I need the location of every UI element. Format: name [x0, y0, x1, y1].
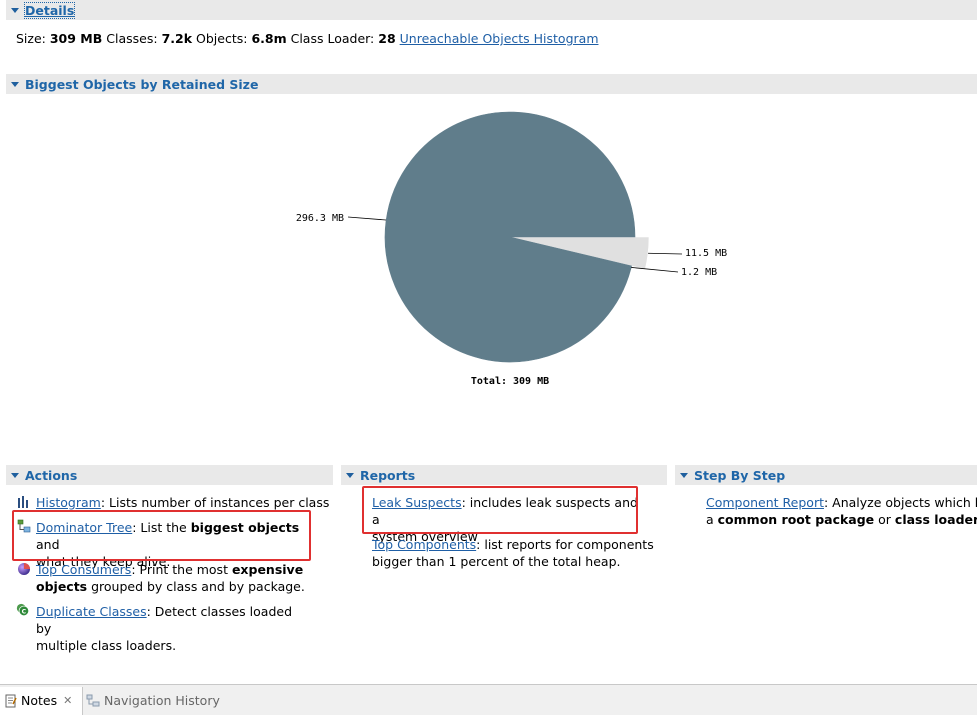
- details-summary: Size: 309 MB Classes: 7.2k Objects: 6.8m…: [16, 31, 599, 46]
- pie-slice-label: 296.3 MB: [296, 213, 344, 224]
- collapse-triangle-icon[interactable]: [680, 472, 688, 478]
- notes-tab-label[interactable]: Notes: [21, 693, 57, 708]
- svg-text:C: C: [22, 609, 27, 616]
- component-report-step: Component Report: Analyze objects which …: [706, 495, 977, 527]
- pie-leader-line: [648, 252, 683, 255]
- histogram-icon: [18, 496, 28, 508]
- navigation-history-icon: [86, 694, 100, 706]
- pie-slice-label: 1.2 MB: [681, 267, 717, 278]
- navigation-history-tab-label[interactable]: Navigation History: [104, 693, 220, 708]
- close-icon[interactable]: ✕: [63, 694, 72, 707]
- retained-size-pie-chart: 296.3 MB 11.5 MB 1.2 MB Total: 309 MB: [296, 111, 727, 387]
- unreachable-objects-link[interactable]: Unreachable Objects Histogram: [400, 31, 599, 46]
- duplicate-classes-icon: C: [16, 603, 30, 617]
- pie-slice: [384, 111, 636, 363]
- top-components-link[interactable]: Top Components: [372, 537, 476, 552]
- bottom-view-tabs: Notes ✕ Navigation History: [0, 684, 977, 715]
- chart-total-label: Total: 309 MB: [471, 376, 549, 387]
- classloader-value: 28: [378, 31, 396, 46]
- notes-icon: [5, 694, 17, 707]
- duplicate-classes-link[interactable]: Duplicate Classes: [36, 604, 147, 619]
- biggest-objects-section-header[interactable]: Biggest Objects by Retained Size: [6, 74, 977, 94]
- pie-slice-label: 11.5 MB: [685, 248, 727, 259]
- collapse-triangle-icon[interactable]: [346, 472, 354, 478]
- reports-title[interactable]: Reports: [360, 468, 415, 483]
- top-consumers-icon: [18, 563, 30, 575]
- collapse-triangle-icon[interactable]: [11, 7, 19, 13]
- details-title[interactable]: Details: [23, 1, 76, 19]
- top-components-report: Top Components: list reports for compone…: [372, 537, 654, 569]
- highlight-box-dominator: [12, 510, 311, 561]
- duplicate-classes-action: Duplicate Classes: Detect classes loaded…: [36, 604, 293, 653]
- step-by-step-title[interactable]: Step By Step: [694, 468, 785, 483]
- pie-leader-line: [347, 216, 387, 221]
- highlight-box-leak-suspects: [362, 486, 638, 534]
- top-consumers-link[interactable]: Top Consumers: [36, 562, 131, 577]
- step-by-step-section-header[interactable]: Step By Step: [675, 465, 977, 485]
- actions-title[interactable]: Actions: [25, 468, 77, 483]
- collapse-triangle-icon[interactable]: [11, 81, 19, 87]
- classes-value: 7.2k: [161, 31, 193, 46]
- objects-value: 6.8m: [251, 31, 287, 46]
- actions-section-header[interactable]: Actions: [6, 465, 333, 485]
- histogram-action: Histogram: Lists number of instances per…: [36, 495, 330, 510]
- top-consumers-action: Top Consumers: Print the most expensive …: [36, 562, 305, 594]
- collapse-triangle-icon[interactable]: [11, 472, 19, 478]
- biggest-objects-title[interactable]: Biggest Objects by Retained Size: [25, 77, 258, 92]
- histogram-link[interactable]: Histogram: [36, 495, 101, 510]
- component-report-link[interactable]: Component Report: [706, 495, 824, 510]
- reports-section-header[interactable]: Reports: [341, 465, 667, 485]
- tab-navigation-history[interactable]: Navigation History: [86, 693, 220, 708]
- pie-leader-line: [631, 267, 679, 273]
- tab-notes[interactable]: Notes ✕: [4, 693, 72, 708]
- details-section-header[interactable]: Details: [6, 0, 977, 20]
- size-value: 309 MB: [49, 31, 103, 46]
